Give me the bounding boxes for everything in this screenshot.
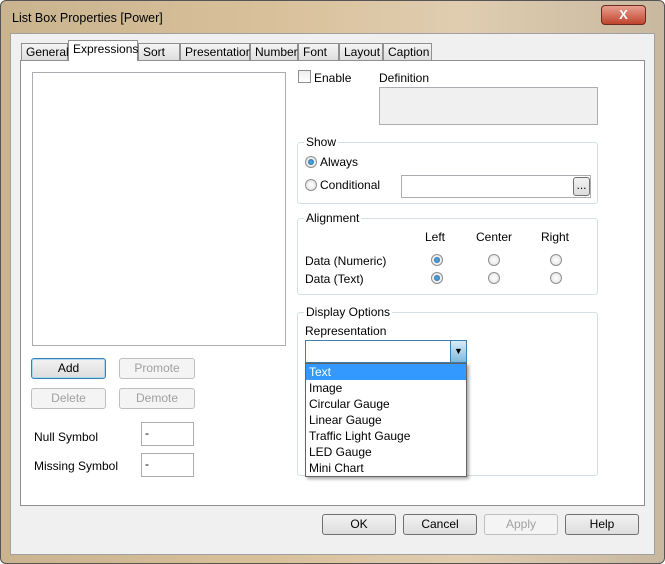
always-radio[interactable]	[305, 156, 317, 168]
delete-button[interactable]: Delete	[31, 388, 106, 409]
null-symbol-input[interactable]: -	[141, 422, 194, 446]
apply-button[interactable]: Apply	[484, 514, 558, 535]
conditional-browse-button[interactable]: ...	[573, 177, 590, 196]
help-button[interactable]: Help	[565, 514, 639, 535]
data-numeric-label: Data (Numeric)	[305, 254, 387, 268]
add-button[interactable]: Add	[31, 358, 106, 379]
align-right-header: Right	[541, 230, 570, 244]
ok-button[interactable]: OK	[322, 514, 396, 535]
data-text-label: Data (Text)	[305, 272, 364, 286]
option-image[interactable]: Image	[306, 380, 466, 396]
missing-symbol-label: Missing Symbol	[34, 459, 119, 473]
tab-presentation[interactable]: Presentation	[180, 43, 252, 61]
null-symbol-label: Null Symbol	[34, 430, 99, 444]
demote-button[interactable]: Demote	[119, 388, 195, 409]
display-options-title: Display Options	[304, 305, 393, 319]
option-led-gauge[interactable]: LED Gauge	[306, 444, 466, 460]
definition-input	[379, 87, 598, 125]
tab-layout[interactable]: Layout	[339, 43, 383, 61]
text-left-radio[interactable]	[431, 272, 443, 284]
cancel-button[interactable]: Cancel	[403, 514, 477, 535]
text-right-radio[interactable]	[550, 272, 562, 284]
show-title: Show	[304, 135, 339, 149]
conditional-radio[interactable]	[305, 179, 317, 191]
close-button[interactable]: X	[601, 5, 646, 25]
enable-label: Enable	[314, 71, 352, 85]
numeric-right-radio[interactable]	[550, 254, 562, 266]
definition-label: Definition	[379, 71, 430, 85]
tab-expressions[interactable]: Expressions	[68, 40, 138, 61]
representation-dropdown: Text Image Circular Gauge Linear Gauge T…	[305, 363, 467, 477]
numeric-left-radio[interactable]	[431, 254, 443, 266]
option-mini-chart[interactable]: Mini Chart	[306, 460, 466, 476]
tab-number[interactable]: Number	[250, 43, 298, 61]
align-left-header: Left	[425, 230, 446, 244]
representation-label: Representation	[305, 324, 387, 338]
text-center-radio[interactable]	[488, 272, 500, 284]
option-traffic-light-gauge[interactable]: Traffic Light Gauge	[306, 428, 466, 444]
chevron-down-icon[interactable]: ▼	[450, 341, 466, 362]
tab-caption[interactable]: Caption	[383, 43, 432, 61]
conditional-label: Conditional	[320, 178, 381, 192]
representation-select[interactable]: ▼	[305, 340, 467, 363]
enable-checkbox[interactable]	[298, 70, 311, 83]
tab-general[interactable]: General	[21, 43, 69, 61]
promote-button[interactable]: Promote	[119, 358, 195, 379]
always-label: Always	[320, 155, 359, 169]
conditional-input[interactable]	[401, 175, 591, 198]
align-center-header: Center	[476, 230, 513, 244]
alignment-title: Alignment	[304, 211, 362, 225]
expressions-list[interactable]	[32, 72, 286, 346]
numeric-center-radio[interactable]	[488, 254, 500, 266]
option-circular-gauge[interactable]: Circular Gauge	[306, 396, 466, 412]
tab-sort[interactable]: Sort	[138, 43, 180, 61]
window-title: List Box Properties [Power]	[12, 11, 163, 25]
option-text[interactable]: Text	[306, 364, 466, 380]
missing-symbol-input[interactable]: -	[141, 453, 194, 477]
tab-font[interactable]: Font	[298, 43, 339, 61]
option-linear-gauge[interactable]: Linear Gauge	[306, 412, 466, 428]
